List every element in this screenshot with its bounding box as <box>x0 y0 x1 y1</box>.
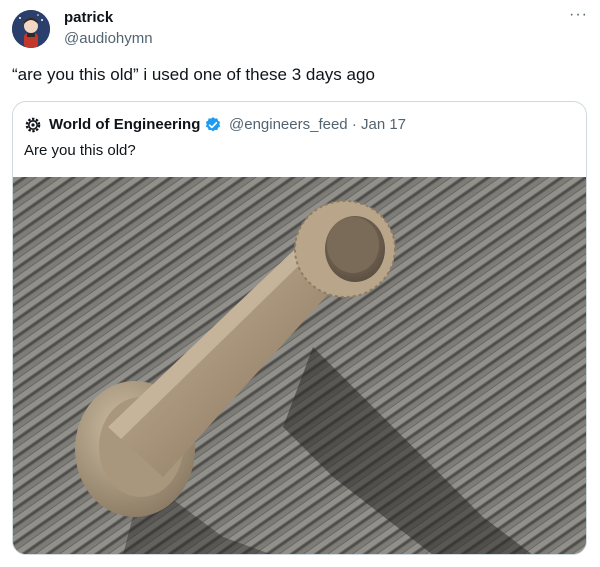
quoted-tweet[interactable]: World of Engineering @engineers_feed · J… <box>12 101 587 555</box>
quoted-tweet-text: Are you this old? <box>24 142 136 159</box>
quoted-author-name[interactable]: World of Engineering <box>49 116 200 134</box>
avatar[interactable] <box>12 10 50 48</box>
quoted-author-handle-date[interactable]: @engineers_feed · Jan 17 <box>229 116 406 134</box>
gear-logo-icon <box>25 117 41 133</box>
tweet: patrick @audiohymn ··· “are you this old… <box>0 0 600 567</box>
tweet-text: “are you this old” i used one of these 3… <box>12 65 375 84</box>
author-name[interactable]: patrick <box>64 9 113 27</box>
author-handle[interactable]: @audiohymn <box>64 30 153 48</box>
more-options-icon[interactable]: ··· <box>569 6 588 24</box>
verified-badge-icon <box>205 117 221 132</box>
avatar-illustration <box>12 10 50 48</box>
window-crank-photo <box>13 177 586 554</box>
quoted-media-photo[interactable] <box>13 177 586 554</box>
